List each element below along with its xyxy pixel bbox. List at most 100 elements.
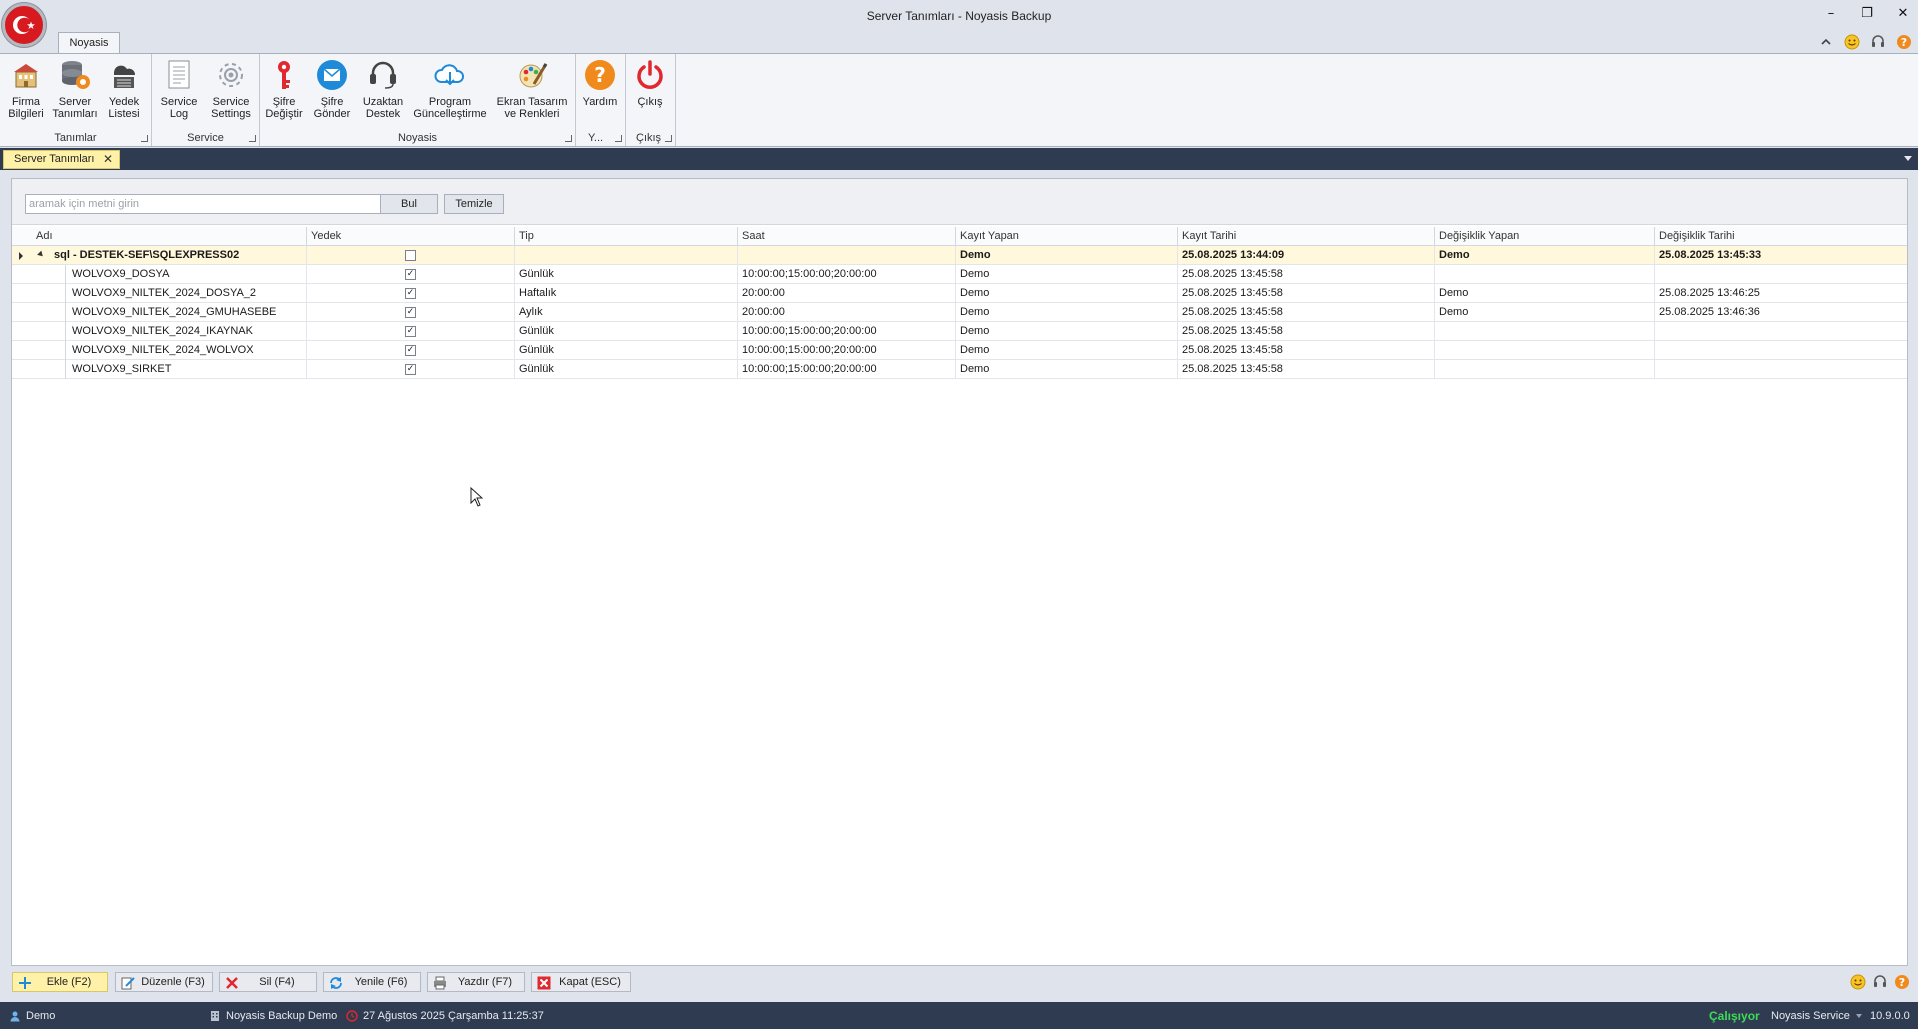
table-row[interactable]: WOLVOX9_NILTEK_2024_DOSYA_2 ✓ Haftalık 2… <box>12 284 1907 303</box>
cell-degisiklik-yapan <box>1434 341 1654 360</box>
minimize-button[interactable]: – <box>1824 6 1838 21</box>
group-launcher-yardim[interactable] <box>615 135 622 142</box>
headset-icon[interactable] <box>1872 974 1888 993</box>
ribbon-group-label-noyasis: Noyasis <box>397 132 438 144</box>
yedek-checkbox[interactable]: ✓ <box>405 269 416 280</box>
group-launcher-cikis[interactable] <box>665 135 672 142</box>
column-header-tip[interactable]: Tip <box>514 227 737 246</box>
sil-button[interactable]: Sil (F4) <box>219 972 317 992</box>
search-input[interactable]: aramak için metni girin <box>25 194 385 214</box>
server-tanimlari-button[interactable]: Server Tanımları <box>52 58 98 120</box>
collapse-expander-icon[interactable] <box>37 250 45 259</box>
service-log-label-1: Service <box>160 96 198 108</box>
plus-icon <box>17 975 32 990</box>
ekle-button[interactable]: Ekle (F2) <box>12 972 108 992</box>
group-launcher-tanimlar[interactable] <box>141 135 148 142</box>
yedek-listesi-button[interactable]: Yedek Listesi <box>104 58 144 120</box>
column-header-degisiklik-tarihi[interactable]: Değişiklik Tarihi <box>1654 227 1907 246</box>
cell-saat <box>737 246 955 265</box>
clear-button[interactable]: Temizle <box>444 194 504 214</box>
ekran-tasarim-button[interactable]: Ekran Tasarım ve Renkleri <box>494 58 570 120</box>
sifre-degistir-label-2: Değiştir <box>265 108 303 120</box>
help-icon[interactable]: ? <box>1896 34 1912 50</box>
yedek-checkbox[interactable]: ✓ <box>405 307 416 318</box>
table-row-parent[interactable]: sql - DESTEK-SEF\SQLEXPRESS02 Demo 25.08… <box>12 246 1907 265</box>
yedek-checkbox[interactable]: ✓ <box>405 364 416 375</box>
app-logo-flag-icon[interactable] <box>2 3 46 47</box>
cell-yedek: ✓ <box>306 360 514 379</box>
smiley-icon[interactable] <box>1850 974 1866 993</box>
cell-kayit-tarihi: 25.08.2025 13:45:58 <box>1177 322 1434 341</box>
duzenle-button[interactable]: Düzenle (F3) <box>115 972 213 992</box>
window-title: Server Tanımları - Noyasis Backup <box>866 9 1052 23</box>
headset-icon[interactable] <box>1870 34 1886 50</box>
column-header-yedek[interactable]: Yedek <box>306 227 514 246</box>
clock-icon <box>346 1010 358 1022</box>
uzaktan-destek-button[interactable]: Uzaktan Destek <box>360 58 406 120</box>
column-header-kayit-yapan[interactable]: Kayıt Yapan <box>955 227 1177 246</box>
window-controls: – ❐ ✕ <box>1824 6 1910 21</box>
group-launcher-service[interactable] <box>249 135 256 142</box>
grid-header: Adı Yedek Tip Saat Kayıt Yapan Kayıt Tar… <box>12 227 1907 246</box>
sifre-gonder-button[interactable]: Şifre Gönder <box>312 58 352 120</box>
help-icon[interactable]: ? <box>1894 974 1910 993</box>
yedek-checkbox[interactable]: ✓ <box>405 345 416 356</box>
sifre-degistir-button[interactable]: Şifre Değiştir <box>264 58 304 120</box>
cell-degisiklik-tarihi: 25.08.2025 13:46:25 <box>1654 284 1907 303</box>
yedek-listesi-label-2: Listesi <box>108 108 140 120</box>
close-button[interactable]: ✕ <box>1896 6 1910 21</box>
tab-noyasis[interactable]: Noyasis <box>58 32 120 54</box>
column-header-kayit-tarihi[interactable]: Kayıt Tarihi <box>1177 227 1434 246</box>
ribbon: Firma Bilgileri Server Tanımları Yedek L… <box>0 53 1918 147</box>
service-name-label: Noyasis Service <box>1771 1010 1850 1022</box>
table-row[interactable]: WOLVOX9_NILTEK_2024_WOLVOX ✓ Günlük 10:0… <box>12 341 1907 360</box>
program-guncelle-button[interactable]: Program Güncelleştirme <box>412 58 488 120</box>
column-header-saat[interactable]: Saat <box>737 227 955 246</box>
chevron-down-icon <box>1855 1014 1862 1018</box>
cell-kayit-tarihi: 25.08.2025 13:45:58 <box>1177 360 1434 379</box>
column-header-degisiklik-yapan[interactable]: Değişiklik Yapan <box>1434 227 1654 246</box>
doc-tab-server-tanimlari[interactable]: Server Tanımları ✕ <box>3 150 120 169</box>
cell-name: WOLVOX9_NILTEK_2024_WOLVOX <box>72 344 254 356</box>
column-header-adi[interactable]: Adı <box>32 227 317 246</box>
table-row[interactable]: WOLVOX9_NILTEK_2024_IKAYNAK ✓ Günlük 10:… <box>12 322 1907 341</box>
doc-tab-close-icon[interactable]: ✕ <box>103 151 113 168</box>
cloud-download-icon <box>433 58 467 92</box>
cell-kayit-yapan: Demo <box>955 265 1177 284</box>
restore-button[interactable]: ❐ <box>1860 6 1874 21</box>
smiley-icon[interactable] <box>1844 34 1860 50</box>
service-settings-button[interactable]: Service Settings <box>206 58 256 120</box>
ribbon-group-cikis: Çıkış Çıkış <box>626 54 676 146</box>
service-log-button[interactable]: Service Log <box>156 58 202 120</box>
table-row[interactable]: WOLVOX9_NILTEK_2024_GMUHASEBE ✓ Aylık 20… <box>12 303 1907 322</box>
status-company: Noyasis Backup Demo <box>209 1010 337 1022</box>
yedek-checkbox[interactable]: ✓ <box>405 288 416 299</box>
yedek-checkbox[interactable]: ✓ <box>405 326 416 337</box>
cell-tip <box>514 246 737 265</box>
tab-list-dropdown-icon[interactable] <box>1904 156 1912 161</box>
yedek-checkbox[interactable] <box>405 250 416 261</box>
yenile-button[interactable]: Yenile (F6) <box>323 972 421 992</box>
cell-kayit-tarihi: 25.08.2025 13:45:58 <box>1177 341 1434 360</box>
cell-kayit-yapan: Demo <box>955 341 1177 360</box>
cell-yedek: ✓ <box>306 322 514 341</box>
group-launcher-noyasis[interactable] <box>565 135 572 142</box>
cell-degisiklik-yapan <box>1434 265 1654 284</box>
service-log-label-2: Log <box>169 108 189 120</box>
collapse-ribbon-icon[interactable] <box>1818 34 1834 50</box>
table-row[interactable]: WOLVOX9_DOSYA ✓ Günlük 10:00:00;15:00:00… <box>12 265 1907 284</box>
top-right-tools: ? <box>1818 34 1912 50</box>
cell-degisiklik-yapan: Demo <box>1434 246 1654 265</box>
yazdir-button[interactable]: Yazdır (F7) <box>427 972 525 992</box>
find-button[interactable]: Bul <box>380 194 438 214</box>
cell-kayit-yapan: Demo <box>955 284 1177 303</box>
table-row[interactable]: WOLVOX9_SIRKET ✓ Günlük 10:00:00;15:00:0… <box>12 360 1907 379</box>
yardim-button[interactable]: ? Yardım <box>580 58 620 108</box>
cikis-button[interactable]: Çıkış <box>630 58 670 108</box>
sifre-gonder-label-2: Gönder <box>313 108 351 120</box>
firma-bilgileri-button[interactable]: Firma Bilgileri <box>6 58 46 120</box>
cell-name: WOLVOX9_NILTEK_2024_DOSYA_2 <box>72 287 257 299</box>
kapat-button[interactable]: Kapat (ESC) <box>531 972 631 992</box>
command-bar-tools: ? <box>1850 974 1910 993</box>
service-name[interactable]: Noyasis Service <box>1771 1010 1863 1022</box>
